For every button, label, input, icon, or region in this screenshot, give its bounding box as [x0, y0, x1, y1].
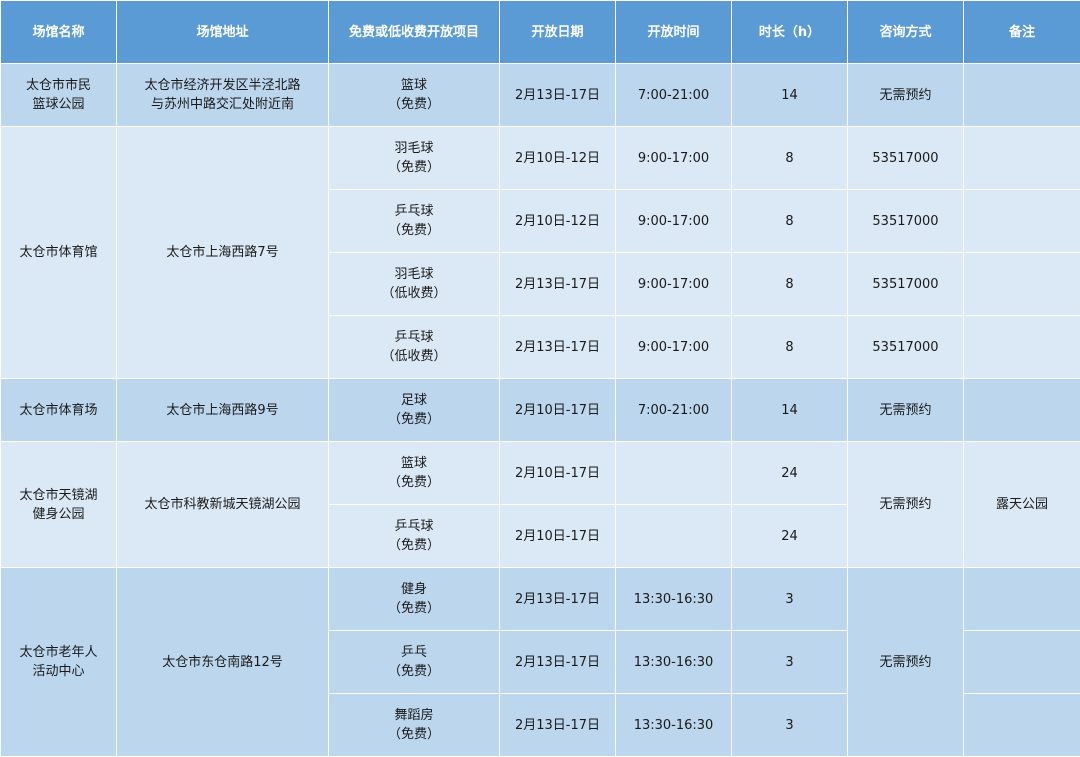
- header-open-date: 开放日期: [500, 1, 616, 64]
- consult-cell: 无需预约: [848, 442, 964, 568]
- hours-cell: 14: [732, 64, 848, 127]
- hours-cell: 8: [732, 127, 848, 190]
- consult-cell: 53517000: [848, 127, 964, 190]
- note-cell: [964, 190, 1080, 253]
- header-project: 免费或低收费开放项目: [329, 1, 500, 64]
- hours-cell: 3: [732, 694, 848, 757]
- table-row: 太仓市市民 篮球公园 太仓市经济开发区半泾北路 与苏州中路交汇处附近南 篮球 （…: [1, 64, 1080, 127]
- project-cell: 乒乓球 （低收费）: [329, 316, 500, 379]
- project-cell: 篮球 （免费）: [329, 442, 500, 505]
- venue-name: 太仓市体育馆: [1, 127, 117, 379]
- venue-address: 太仓市科教新城天镜湖公园: [117, 442, 329, 568]
- time-cell: 9:00-17:00: [616, 316, 732, 379]
- consult-cell: 无需预约: [848, 379, 964, 442]
- consult-cell: 53517000: [848, 316, 964, 379]
- venue-address: 太仓市上海西路7号: [117, 127, 329, 379]
- time-cell: 7:00-21:00: [616, 379, 732, 442]
- table-row: 太仓市体育馆 太仓市上海西路7号 羽毛球 （免费） 2月10日-12日 9:00…: [1, 127, 1080, 190]
- hours-cell: 24: [732, 442, 848, 505]
- venue-name: 太仓市市民 篮球公园: [1, 64, 117, 127]
- project-cell: 乒乓 （免费）: [329, 631, 500, 694]
- date-cell: 2月10日-12日: [500, 127, 616, 190]
- hours-cell: 3: [732, 568, 848, 631]
- hours-cell: 3: [732, 631, 848, 694]
- time-cell: 9:00-17:00: [616, 190, 732, 253]
- date-cell: 2月10日-17日: [500, 379, 616, 442]
- venue-name: 太仓市老年人 活动中心: [1, 568, 117, 757]
- date-cell: 2月13日-17日: [500, 64, 616, 127]
- note-cell: [964, 379, 1080, 442]
- header-note: 备注: [964, 1, 1080, 64]
- note-cell: [964, 631, 1080, 694]
- table-row: 太仓市体育场 太仓市上海西路9号 足球 （免费） 2月10日-17日 7:00-…: [1, 379, 1080, 442]
- note-cell: [964, 568, 1080, 631]
- time-cell: 13:30-16:30: [616, 568, 732, 631]
- consult-cell: 无需预约: [848, 568, 964, 757]
- date-cell: 2月10日-17日: [500, 442, 616, 505]
- date-cell: 2月10日-17日: [500, 505, 616, 568]
- hours-cell: 14: [732, 379, 848, 442]
- project-cell: 乒乓球 （免费）: [329, 505, 500, 568]
- date-cell: 2月13日-17日: [500, 253, 616, 316]
- hours-cell: 8: [732, 253, 848, 316]
- date-cell: 2月13日-17日: [500, 694, 616, 757]
- table-row: 太仓市老年人 活动中心 太仓市东仓南路12号 健身 （免费） 2月13日-17日…: [1, 568, 1080, 631]
- note-cell: [964, 694, 1080, 757]
- note-cell: [964, 64, 1080, 127]
- time-cell: [616, 442, 732, 505]
- project-cell: 舞蹈房 （免费）: [329, 694, 500, 757]
- time-cell: 9:00-17:00: [616, 127, 732, 190]
- header-venue-address: 场馆地址: [117, 1, 329, 64]
- time-cell: 7:00-21:00: [616, 64, 732, 127]
- header-venue-name: 场馆名称: [1, 1, 117, 64]
- venue-name: 太仓市天镜湖 健身公园: [1, 442, 117, 568]
- project-cell: 足球 （免费）: [329, 379, 500, 442]
- header-consult: 咨询方式: [848, 1, 964, 64]
- date-cell: 2月13日-17日: [500, 568, 616, 631]
- venue-name: 太仓市体育场: [1, 379, 117, 442]
- project-cell: 篮球 （免费）: [329, 64, 500, 127]
- project-cell: 乒乓球 （免费）: [329, 190, 500, 253]
- table-row: 太仓市天镜湖 健身公园 太仓市科教新城天镜湖公园 篮球 （免费） 2月10日-1…: [1, 442, 1080, 505]
- table-header-row: 场馆名称 场馆地址 免费或低收费开放项目 开放日期 开放时间 时长（h） 咨询方…: [1, 1, 1080, 64]
- note-cell: [964, 253, 1080, 316]
- note-cell: [964, 127, 1080, 190]
- time-cell: [616, 505, 732, 568]
- hours-cell: 24: [732, 505, 848, 568]
- date-cell: 2月13日-17日: [500, 631, 616, 694]
- venue-address: 太仓市经济开发区半泾北路 与苏州中路交汇处附近南: [117, 64, 329, 127]
- consult-cell: 53517000: [848, 253, 964, 316]
- hours-cell: 8: [732, 190, 848, 253]
- date-cell: 2月10日-12日: [500, 190, 616, 253]
- time-cell: 9:00-17:00: [616, 253, 732, 316]
- time-cell: 13:30-16:30: [616, 631, 732, 694]
- consult-cell: 53517000: [848, 190, 964, 253]
- consult-cell: 无需预约: [848, 64, 964, 127]
- time-cell: 13:30-16:30: [616, 694, 732, 757]
- hours-cell: 8: [732, 316, 848, 379]
- project-cell: 健身 （免费）: [329, 568, 500, 631]
- note-cell: [964, 316, 1080, 379]
- project-cell: 羽毛球 （低收费）: [329, 253, 500, 316]
- date-cell: 2月13日-17日: [500, 316, 616, 379]
- venue-address: 太仓市上海西路9号: [117, 379, 329, 442]
- note-cell: 露天公园: [964, 442, 1080, 568]
- header-duration: 时长（h）: [732, 1, 848, 64]
- venue-address: 太仓市东仓南路12号: [117, 568, 329, 757]
- project-cell: 羽毛球 （免费）: [329, 127, 500, 190]
- header-open-time: 开放时间: [616, 1, 732, 64]
- venue-schedule-table: 场馆名称 场馆地址 免费或低收费开放项目 开放日期 开放时间 时长（h） 咨询方…: [0, 0, 1080, 757]
